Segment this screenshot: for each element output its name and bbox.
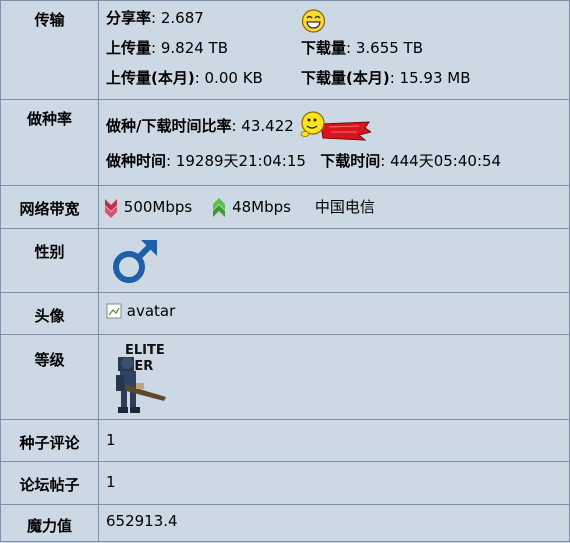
download-label: 下载量 <box>301 39 347 57</box>
download-month-value: : 15.93 MB <box>389 69 471 87</box>
dl-time-value: : 444天05:40:54 <box>380 152 502 170</box>
forum-posts-row: 论坛帖子 1 <box>0 461 570 505</box>
seed-ratio-line: 做种/下载时间比率: 43.422 <box>106 106 569 146</box>
upload-line: 上传量: 9.824 TB 下载量: 3.655 TB <box>106 33 569 63</box>
bonus-row: 魔力值 652913.4 <box>0 504 570 542</box>
upload-speed-arrow-icon <box>211 197 232 217</box>
class-row: 等级 ELITE SER <box>0 334 570 420</box>
share-ratio-label: 分享率 <box>106 9 152 27</box>
seed-ratio-value: : 43.422 <box>231 117 294 135</box>
laughing-smiley-icon <box>301 5 326 35</box>
seed-time-value: : 19289天21:04:15 <box>166 152 306 170</box>
gender-value <box>98 228 570 293</box>
torrent-comments-value[interactable]: 1 <box>106 420 569 460</box>
badge-text-line1: ELITE <box>125 343 165 358</box>
seed-ratio-label: 做种/下载时间比率 <box>106 117 232 135</box>
gender-row: 性别 <box>0 228 570 293</box>
bandwidth-values: 500Mbps 48Mbps 中国电信 <box>98 185 570 229</box>
download-month-label: 下载量(本月) <box>301 69 390 87</box>
bonus-label: 魔力值 <box>0 504 99 542</box>
gender-label: 性别 <box>0 228 99 293</box>
bandwidth-row: 网络带宽 500Mbps 48Mbps 中国电信 <box>0 185 570 229</box>
broken-image-icon <box>106 302 129 320</box>
torrent-comments-label: 种子评论 <box>0 419 99 462</box>
transfer-values: 分享率: 2.687 上传量: 9.824 TB 下载量: 3.655 TB 上… <box>98 0 570 100</box>
elite-user-badge-icon: ELITE SER <box>116 343 166 413</box>
flying-superhero-smiley-icon <box>299 110 371 141</box>
isp-name: 中国电信 <box>314 198 375 216</box>
class-value: ELITE SER <box>98 334 570 420</box>
transfer-row: 传输 分享率: 2.687 上传量: 9.824 TB 下载量: 3.655 T… <box>0 0 570 100</box>
user-info-table: 传输 分享率: 2.687 上传量: 9.824 TB 下载量: 3.655 T… <box>0 0 570 542</box>
transfer-label: 传输 <box>0 0 99 100</box>
upload-month-value: : 0.00 KB <box>194 69 263 87</box>
avatar-row: 头像 avatar <box>0 292 570 335</box>
torrent-comments-row: 种子评论 1 <box>0 419 570 462</box>
avatar-value: avatar <box>98 292 570 335</box>
upload-month-label: 上传量(本月) <box>106 69 195 87</box>
dl-time-label: 下载时间 <box>320 152 381 170</box>
forum-posts-label: 论坛帖子 <box>0 461 99 505</box>
upload-label: 上传量 <box>106 39 152 57</box>
seeding-values: 做种/下载时间比率: 43.422 做种时间: 19289天21:04:15 下… <box>98 99 570 186</box>
bonus-value: 652913.4 <box>106 512 178 530</box>
upload-value: : 9.824 TB <box>151 39 229 57</box>
avatar-label: 头像 <box>0 292 99 335</box>
class-label: 等级 <box>0 334 99 420</box>
bandwidth-label: 网络带宽 <box>0 185 99 229</box>
seed-time-label: 做种时间 <box>106 152 167 170</box>
male-symbol-icon <box>109 240 161 289</box>
share-ratio-line: 分享率: 2.687 <box>106 3 569 33</box>
forum-posts-value[interactable]: 1 <box>106 462 569 502</box>
seed-time-line: 做种时间: 19289天21:04:15 下载时间: 444天05:40:54 <box>106 146 569 176</box>
seeding-label: 做种率 <box>0 99 99 186</box>
download-bandwidth: 500Mbps <box>123 198 193 216</box>
avatar-alt-text: avatar <box>126 302 176 320</box>
monthly-line: 上传量(本月): 0.00 KB 下载量(本月): 15.93 MB <box>106 63 569 93</box>
download-speed-arrow-icon <box>103 198 124 218</box>
share-ratio-value: : 2.687 <box>151 9 204 27</box>
upload-bandwidth: 48Mbps <box>232 198 291 216</box>
seeding-row: 做种率 做种/下载时间比率: 43.422 做种时间: 19289天21:04: <box>0 99 570 186</box>
download-value: : 3.655 TB <box>346 39 424 57</box>
